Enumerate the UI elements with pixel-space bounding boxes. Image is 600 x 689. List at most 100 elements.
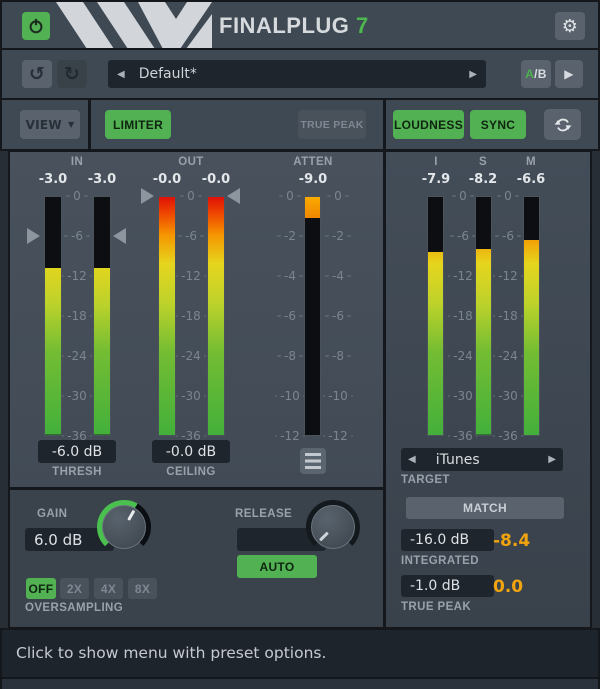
true-peak-target-field[interactable]: -1.0 dB [401, 575, 494, 597]
lufs-m-label: M [511, 156, 551, 168]
out-right-value: -0.0 [191, 172, 241, 187]
true-peak-label: TRUE PEAK [300, 119, 363, 131]
oversampling-8x-button[interactable]: 8X [128, 578, 157, 599]
oversampling-4x-button[interactable]: 4X [94, 578, 123, 599]
view-menu-button[interactable]: VIEW ▼ [20, 110, 80, 139]
in-right-meter [93, 196, 111, 436]
in-right-value: -3.0 [77, 172, 127, 187]
gain-label: GAIN [37, 508, 67, 520]
lufs-m-value: -6.6 [506, 172, 556, 187]
preset-prev-icon[interactable]: ◀ [117, 69, 125, 80]
status-bar: Click to show menu with preset options. [2, 630, 598, 677]
lufs-i-label: I [416, 156, 456, 168]
loudness-toggle[interactable]: LOUDNESS [393, 110, 464, 139]
power-icon [26, 16, 46, 36]
gear-icon: ⚙ [562, 16, 578, 37]
ab-a-label: A [525, 67, 534, 81]
true-peak-readout: 0.0 [493, 577, 523, 597]
oversampling-2x-button[interactable]: 2X [60, 578, 89, 599]
atten-meter-label: ATTEN [283, 156, 343, 168]
atten-scale-right: 0-2-4-6-8-10-12 [323, 189, 353, 443]
divider [88, 100, 91, 149]
atten-scale-left: 0-2-4-6-8-10-12 [275, 189, 305, 443]
ceiling-value-field[interactable]: -0.0 dB [152, 440, 230, 463]
target-prev-icon[interactable]: ◀ [408, 454, 416, 465]
title-bar: FINALPLUG 7 ⚙ [2, 2, 598, 48]
gain-knob[interactable] [97, 500, 151, 554]
lufs-i-value: -7.9 [411, 172, 461, 187]
out-right-meter [207, 196, 225, 436]
hamburger-icon [305, 453, 321, 469]
release-auto-toggle[interactable]: AUTO [237, 555, 317, 578]
ceiling-label: CEILING [151, 466, 231, 478]
true-peak-field-label: TRUE PEAK [401, 601, 471, 613]
view-label: VIEW [26, 118, 62, 132]
divider [383, 100, 386, 149]
power-button[interactable] [22, 12, 50, 40]
loudness-label: LOUDNESS [394, 118, 463, 132]
thresh-value-field[interactable]: -6.0 dB [38, 440, 116, 463]
sync-label: SYNC [481, 118, 516, 132]
sync-toggle[interactable]: SYNC [470, 110, 526, 139]
plugin-window: FINALPLUG 7 ⚙ ↺ ↻ ◀ Default* ▶ A/B ▶ VIE… [0, 0, 600, 689]
oversampling-off-button[interactable]: OFF [26, 578, 56, 599]
mode-bar: VIEW ▼ LIMITER TRUE PEAK LOUDNESS SYNC [2, 100, 598, 149]
out-left-meter [158, 196, 176, 436]
in-left-meter [44, 196, 62, 436]
redo-icon: ↻ [64, 63, 80, 85]
out-meter-scale: 0-6-12-18-24-30-36 [176, 189, 206, 443]
ceiling-marker-right-icon[interactable] [227, 188, 240, 204]
atten-value: -9.0 [288, 172, 338, 187]
bottom-strip [2, 679, 598, 689]
in-meter-scale: 0-6-12-18-24-30-36 [62, 189, 92, 443]
thresh-label: THRESH [37, 466, 117, 478]
play-preset-button[interactable]: ▶ [555, 60, 583, 88]
target-value: iTunes [436, 452, 480, 468]
lufs-s-value: -8.2 [458, 172, 508, 187]
in-meter-label: IN [47, 156, 107, 168]
threshold-marker-right-icon[interactable] [113, 228, 126, 244]
ab-compare-button[interactable]: A/B [521, 60, 551, 88]
lufs-scale-right: 0-6-12-18-24-30-36 [493, 189, 523, 443]
limiter-toggle[interactable]: LIMITER [105, 110, 171, 139]
integrated-target-field[interactable]: -16.0 dB [401, 529, 494, 551]
true-peak-toggle[interactable]: TRUE PEAK [298, 110, 366, 139]
resync-button[interactable] [544, 109, 581, 140]
in-left-value: -3.0 [28, 172, 78, 187]
brand-logo [56, 2, 212, 49]
undo-button[interactable]: ↺ [22, 60, 52, 88]
preset-next-icon[interactable]: ▶ [469, 69, 477, 80]
plugin-title: FINALPLUG 7 [219, 13, 369, 39]
undo-icon: ↺ [29, 63, 45, 85]
out-meter-label: OUT [161, 156, 221, 168]
release-knob[interactable] [306, 500, 360, 554]
redo-button[interactable]: ↻ [57, 60, 87, 88]
release-label: RELEASE [235, 508, 292, 520]
integrated-readout: -8.4 [493, 531, 530, 551]
oversampling-label: OVERSAMPLING [25, 602, 123, 614]
ceiling-marker-left-icon[interactable] [141, 188, 154, 204]
preset-selector[interactable]: ◀ Default* ▶ [108, 60, 486, 88]
threshold-marker-left-icon[interactable] [27, 228, 40, 244]
play-icon: ▶ [564, 67, 574, 81]
lufs-scale-left: 0-6-12-18-24-30-36 [448, 189, 478, 443]
plugin-version: 7 [356, 13, 369, 38]
status-hint: Click to show menu with preset options. [16, 630, 326, 677]
target-selector[interactable]: ◀ iTunes ▶ [401, 448, 563, 471]
lufs-m-meter [523, 196, 540, 436]
integrated-label: INTEGRATED [401, 555, 479, 567]
settings-button[interactable]: ⚙ [555, 12, 585, 40]
match-button[interactable]: MATCH [406, 497, 564, 519]
atten-menu-button[interactable] [300, 448, 326, 474]
atten-meter [304, 196, 321, 436]
target-label: TARGET [401, 474, 450, 486]
caret-down-icon: ▼ [68, 120, 74, 129]
sync-arrows-icon [553, 115, 573, 135]
ab-b-label: /B [534, 67, 547, 81]
lufs-s-label: S [463, 156, 503, 168]
limiter-label: LIMITER [113, 118, 163, 132]
lufs-s-meter [475, 196, 492, 436]
out-left-value: -0.0 [142, 172, 192, 187]
lufs-i-meter [427, 196, 444, 436]
target-next-icon[interactable]: ▶ [548, 454, 556, 465]
